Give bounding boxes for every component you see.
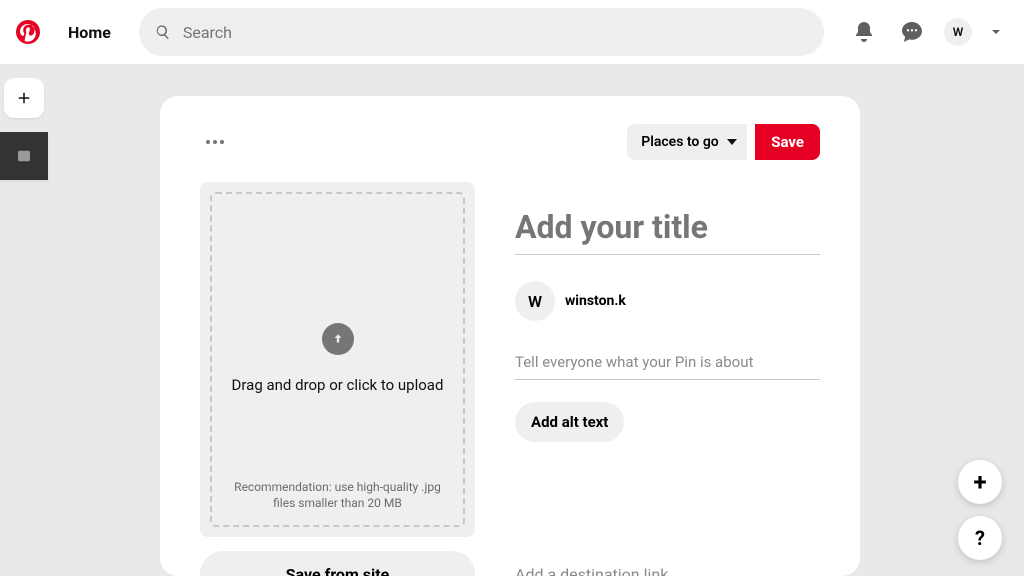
- image-icon: [15, 147, 33, 165]
- author-avatar[interactable]: W: [515, 281, 555, 321]
- save-button[interactable]: Save: [755, 124, 820, 160]
- search-bar: [139, 8, 824, 56]
- form-column: W winston.k Add alt text: [515, 182, 820, 576]
- builder-body: Drag and drop or click to upload Recomme…: [200, 182, 820, 576]
- pinterest-logo[interactable]: [16, 20, 40, 44]
- dot-icon: [220, 140, 224, 144]
- board-select-wrap: Places to go: [627, 124, 747, 160]
- pin-title-input[interactable]: [515, 204, 820, 255]
- account-menu-button[interactable]: [984, 20, 1008, 44]
- workspace: Places to go Save Drag and drop or click…: [0, 64, 1024, 576]
- home-link[interactable]: Home: [56, 23, 123, 42]
- upload-column: Drag and drop or click to upload Recomme…: [200, 182, 475, 576]
- upload-inner: Drag and drop or click to upload Recomme…: [210, 192, 465, 527]
- chat-icon: [900, 20, 924, 44]
- dot-icon: [213, 140, 217, 144]
- dot-icon: [206, 140, 210, 144]
- upload-dropzone[interactable]: Drag and drop or click to upload Recomme…: [200, 182, 475, 537]
- more-options-button[interactable]: [200, 134, 230, 150]
- chevron-down-icon: [988, 24, 1004, 40]
- pin-description-input[interactable]: [515, 349, 820, 380]
- profile-avatar[interactable]: W: [944, 18, 972, 46]
- bell-icon: [852, 20, 876, 44]
- messages-button[interactable]: [892, 12, 932, 52]
- save-controls: Places to go Save: [627, 124, 820, 160]
- left-rail: [0, 78, 48, 180]
- author-row: W winston.k: [515, 281, 820, 321]
- destination-link-input[interactable]: [515, 561, 820, 576]
- plus-icon: [15, 89, 33, 107]
- upload-icon-circle: [322, 323, 354, 355]
- top-navbar: Home W: [0, 0, 1024, 64]
- upload-recommendation-text: Recommendation: use high-quality .jpg fi…: [224, 479, 451, 511]
- notifications-button[interactable]: [844, 12, 884, 52]
- fab-help-button[interactable]: ?: [958, 516, 1002, 560]
- add-pin-button[interactable]: [4, 78, 44, 118]
- builder-toolbar: Places to go Save: [200, 122, 820, 162]
- search-icon: [155, 24, 171, 40]
- board-select[interactable]: Places to go: [627, 124, 747, 160]
- search-input[interactable]: [139, 8, 824, 56]
- save-from-site-button[interactable]: Save from site: [200, 551, 475, 576]
- author-name: winston.k: [565, 293, 626, 309]
- fab-add-button[interactable]: +: [958, 460, 1002, 504]
- add-alt-text-button[interactable]: Add alt text: [515, 402, 624, 442]
- upload-instruction-text: Drag and drop or click to upload: [232, 375, 444, 395]
- upload-arrow-icon: [331, 332, 345, 346]
- rail-thumbnail[interactable]: [0, 132, 48, 180]
- pin-builder-card: Places to go Save Drag and drop or click…: [160, 96, 860, 576]
